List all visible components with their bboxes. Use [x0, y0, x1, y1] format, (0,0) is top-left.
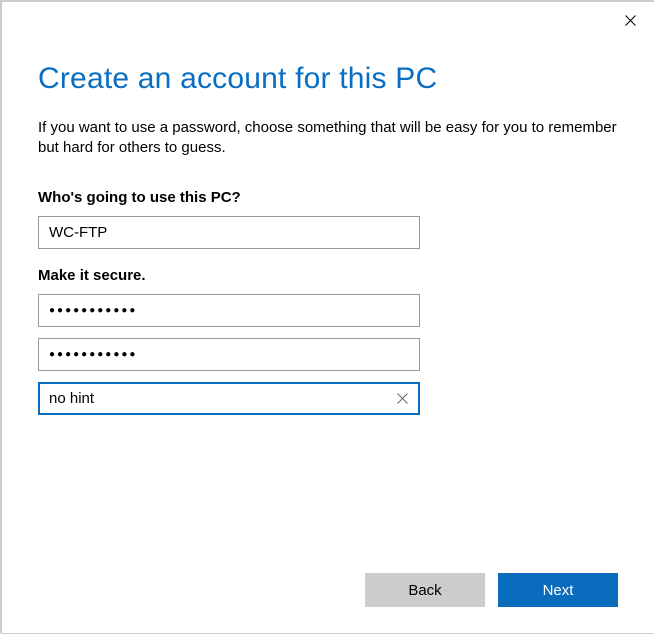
footer-buttons: Back Next [365, 573, 618, 607]
password-hint-field-wrapper [38, 382, 420, 415]
secure-section: Make it secure. ●●●●●●●●●●● ●●●●●●●●●●● [38, 267, 618, 415]
back-button[interactable]: Back [365, 573, 485, 607]
password-confirm-field-wrapper: ●●●●●●●●●●● [38, 338, 420, 371]
username-input[interactable] [49, 217, 409, 248]
password-hint-input[interactable] [49, 384, 409, 413]
secure-label: Make it secure. [38, 267, 618, 284]
next-button[interactable]: Next [498, 573, 618, 607]
close-icon [625, 15, 636, 26]
clear-icon [397, 393, 408, 404]
create-account-window: Create an account for this PC If you wan… [2, 2, 654, 633]
close-button[interactable] [620, 10, 640, 30]
page-description: If you want to use a password, choose so… [38, 118, 618, 159]
password-field-wrapper: ●●●●●●●●●●● [38, 294, 420, 327]
username-field-wrapper [38, 216, 420, 249]
password-input[interactable]: ●●●●●●●●●●● [49, 305, 137, 316]
password-confirm-input[interactable]: ●●●●●●●●●●● [49, 349, 137, 360]
user-section: Who's going to use this PC? [38, 189, 618, 249]
clear-hint-button[interactable] [394, 390, 410, 406]
content-area: Create an account for this PC If you wan… [2, 2, 654, 415]
page-title: Create an account for this PC [38, 62, 618, 96]
username-label: Who's going to use this PC? [38, 189, 618, 206]
